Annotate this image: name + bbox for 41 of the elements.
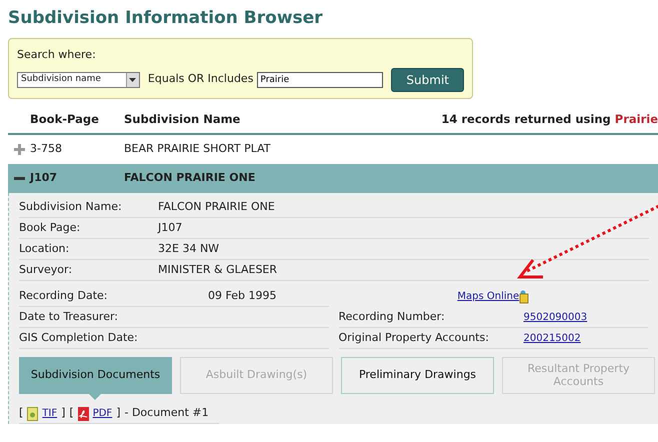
field-label: Subdivision Name: [19, 198, 123, 215]
bracket: [ [19, 405, 24, 422]
subdivision-name-cell-text: BEAR PRAIRIE SHORT PLAT [124, 141, 270, 158]
table-row[interactable]: 3-758 BEAR PRAIRIE SHORT PLAT [8, 135, 658, 164]
link[interactable]: 200215002 [524, 330, 581, 346]
book-page-cell-text: J107 [30, 170, 58, 186]
page-title: Subdivision Information Browser [8, 7, 324, 30]
link[interactable]: 9502090003 [524, 310, 588, 324]
bracket: [ [69, 405, 74, 422]
column-header: Subdivision Name [124, 111, 242, 128]
table-row[interactable]: J107 FALCON PRAIRIE ONE [8, 164, 658, 193]
field-value: J107 [158, 220, 182, 236]
field-value: FALCON PRAIRIE ONE [158, 198, 275, 215]
records-summary: 14 records returned using Prairie [441, 111, 658, 128]
subdivision-name-cell-text: FALCON PRAIRIE ONE [124, 170, 256, 186]
file-link[interactable]: PDF [92, 406, 112, 421]
field-label: Date to Treasurer: [19, 308, 120, 325]
document-tab[interactable]: Subdivision Documents [19, 357, 172, 394]
column-header: Book-Page [30, 111, 100, 128]
bracket: ] [61, 405, 66, 422]
field-label: Original Property Accounts: [338, 330, 490, 346]
field-label: Recording Date: [19, 288, 109, 304]
search-label: Search where: [17, 47, 97, 63]
submit-button[interactable]: Submit [391, 68, 464, 92]
operator-label: Equals OR Includes [148, 71, 254, 88]
field-value: MINISTER & GLAESER [158, 262, 278, 278]
link[interactable]: Maps Online [457, 289, 520, 304]
search-input[interactable]: Prairie [257, 72, 384, 88]
book-page-cell-text: 3-758 [30, 141, 63, 158]
document-title: - Document #1 [124, 405, 209, 422]
field-label: Book Page: [19, 220, 82, 236]
file-link[interactable]: TIF [42, 406, 58, 421]
field-label: GIS Completion Date: [19, 330, 139, 346]
document-tab[interactable]: Preliminary Drawings [341, 357, 494, 394]
field-dropdown[interactable]: Subdivision name [17, 72, 140, 88]
field-label: Location: [19, 240, 70, 257]
bracket: ] [116, 405, 120, 422]
field-label: Recording Number: [338, 308, 446, 325]
field-label: Surveyor: [19, 262, 74, 278]
field-value: 09 Feb 1995 [208, 288, 276, 304]
field-value: 32E 34 NW [158, 240, 220, 257]
